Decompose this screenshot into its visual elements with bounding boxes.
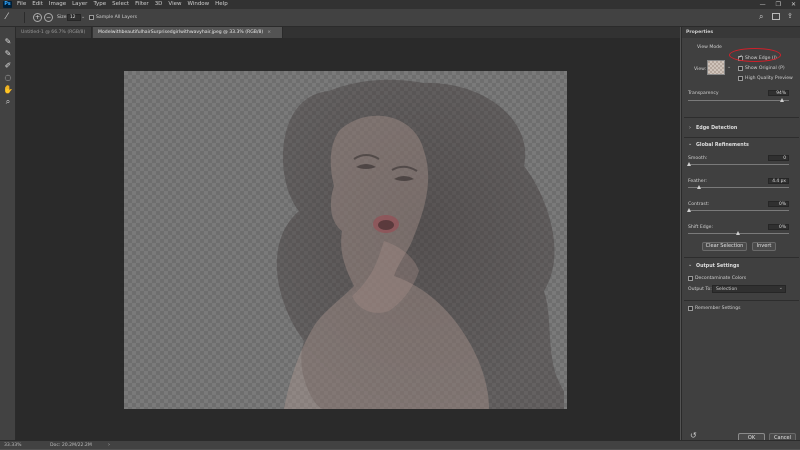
menu-item-file[interactable]: File (17, 0, 26, 9)
chevron-down-icon[interactable]: ⌄ (688, 262, 692, 268)
shift-edge-input[interactable]: 0% (768, 224, 789, 230)
contrast-slider[interactable] (687, 208, 691, 212)
contrast-track (688, 210, 789, 211)
tab-model-image[interactable]: ModelwithbeautifulhairSurprisedgirlwithw… (93, 27, 283, 38)
tab-label: Untitled-1 @ 66.7% (RGB/8) (21, 30, 86, 35)
subject-image (276, 79, 564, 409)
view-mode-heading: View Mode (697, 45, 722, 50)
output-settings-heading[interactable]: Output Settings (696, 264, 739, 269)
feather-track (688, 187, 789, 188)
restore-icon[interactable]: ❐ (776, 0, 781, 9)
output-to-label: Output To: (688, 287, 712, 292)
workspace-icon[interactable] (772, 13, 780, 20)
window-controls: — ❐ ✕ (760, 0, 796, 9)
search-icon[interactable]: ⌕ (759, 12, 763, 22)
transparency-label: Transparency (688, 91, 719, 96)
divider (684, 300, 799, 301)
output-to-value: Selection (716, 287, 738, 292)
properties-panel: Properties View Mode View: ⌄ Show Edge (… (681, 27, 800, 443)
view-thumbnail[interactable] (707, 60, 725, 75)
panel-title: Properties (686, 30, 714, 35)
invert-button[interactable]: Invert (752, 242, 776, 251)
tools-panel: ✎ ✎ ✐ ◌ ✋ ⌕ (0, 27, 16, 440)
feather-slider[interactable] (697, 185, 701, 189)
contrast-label: Contrast: (688, 202, 710, 207)
hand-icon[interactable]: ✋ (3, 85, 13, 94)
tab-untitled[interactable]: Untitled-1 @ 66.7% (RGB/8) (16, 27, 92, 38)
close-icon[interactable]: ✕ (791, 0, 796, 9)
chevron-down-icon[interactable]: ⌄ (727, 64, 731, 70)
shift-edge-label: Shift Edge: (688, 225, 714, 230)
feather-label: Feather: (688, 179, 707, 184)
add-to-selection-icon[interactable]: + (33, 13, 42, 22)
quick-selection-tool-icon[interactable]: ✎ (3, 37, 13, 46)
close-icon[interactable]: × (267, 30, 271, 35)
remember-settings-label: Remember Settings (695, 306, 741, 311)
transparency-track (688, 100, 789, 101)
menu-item-select[interactable]: Select (112, 0, 129, 9)
chevron-down-icon[interactable]: ⌄ (688, 141, 692, 147)
subtract-from-selection-icon[interactable]: − (44, 13, 53, 22)
sample-all-layers-checkbox[interactable] (89, 15, 94, 20)
clear-selection-button[interactable]: Clear Selection (702, 242, 747, 251)
share-icon[interactable]: ⇪ (787, 12, 793, 20)
show-original-label: Show Original (P) (745, 66, 785, 71)
document-tabs: Untitled-1 @ 66.7% (RGB/8) Modelwithbeau… (16, 27, 680, 38)
transparency-slider[interactable] (780, 98, 785, 102)
global-refinements-heading[interactable]: Global Refinements (696, 143, 749, 148)
refine-edge-brush-icon[interactable]: ✎ (3, 49, 13, 58)
chevron-right-icon[interactable]: › (689, 125, 691, 131)
menu-bar: Ps File Edit Image Layer Type Select Filter 3D V… (0, 0, 800, 9)
options-bar: ⁄ + − Size: 12 ⌄ Sample All Layers ⌕ ⇪ (0, 9, 800, 27)
reset-icon[interactable]: ↺ (690, 431, 697, 440)
contrast-input[interactable]: 0% (768, 201, 789, 207)
menu-item-view[interactable]: View (168, 0, 181, 9)
high-quality-preview-label: High Quality Preview (745, 76, 793, 81)
brush-tool-icon[interactable]: ⁄ (6, 12, 8, 22)
smooth-track (688, 164, 789, 165)
menu-item-help[interactable]: Help (215, 0, 228, 9)
decontaminate-colors-label: Decontaminate Colors (695, 276, 747, 281)
divider (684, 137, 799, 138)
brush-icon[interactable]: ✐ (3, 61, 13, 70)
divider (684, 117, 799, 118)
status-bar: 33.33% Doc: 20.2M/22.2M › (0, 440, 800, 449)
shift-edge-slider[interactable] (736, 231, 740, 235)
edge-detection-heading[interactable]: Edge Detection (696, 126, 737, 131)
view-label: View: (694, 67, 707, 72)
show-original-checkbox[interactable] (738, 66, 743, 71)
high-quality-preview-checkbox[interactable] (738, 76, 743, 81)
panel-header: Properties (682, 27, 800, 38)
menu-item-window[interactable]: Window (187, 0, 209, 9)
output-to-select[interactable]: Selection ⌄ (712, 285, 786, 293)
menu-item-type[interactable]: Type (93, 0, 106, 9)
feather-input[interactable]: 4.4 px (768, 178, 789, 184)
remember-settings-checkbox[interactable] (688, 306, 693, 311)
divider (684, 257, 799, 258)
sample-all-layers-label: Sample All Layers (96, 15, 138, 20)
smooth-input[interactable]: 0 (768, 155, 789, 161)
tab-label: ModelwithbeautifulhairSurprisedgirlwithw… (98, 30, 264, 35)
smooth-slider[interactable] (687, 162, 691, 166)
menu-item-edit[interactable]: Edit (32, 0, 43, 9)
menu-item-3d[interactable]: 3D (155, 0, 163, 9)
chevron-down-icon[interactable]: ⌄ (81, 14, 85, 20)
annotation-ellipse (729, 48, 781, 62)
document-canvas[interactable] (124, 71, 567, 409)
photoshop-logo: Ps (3, 1, 12, 8)
menu-item-image[interactable]: Image (49, 0, 66, 9)
menu-list: File Edit Image Layer Type Select Filter 3D View… (17, 0, 228, 9)
smooth-label: Smooth: (688, 156, 708, 161)
zoom-icon[interactable]: ⌕ (3, 97, 13, 106)
decontaminate-colors-checkbox[interactable] (688, 276, 693, 281)
menu-item-layer[interactable]: Layer (72, 0, 87, 9)
divider (24, 12, 25, 23)
chevron-down-icon: ⌄ (778, 285, 783, 291)
lasso-icon[interactable]: ◌ (3, 73, 13, 82)
transparency-input[interactable]: 94% (768, 90, 789, 96)
menu-item-filter[interactable]: Filter (135, 0, 149, 9)
size-input[interactable]: 12 (67, 14, 81, 21)
minimize-icon[interactable]: — (760, 0, 766, 9)
